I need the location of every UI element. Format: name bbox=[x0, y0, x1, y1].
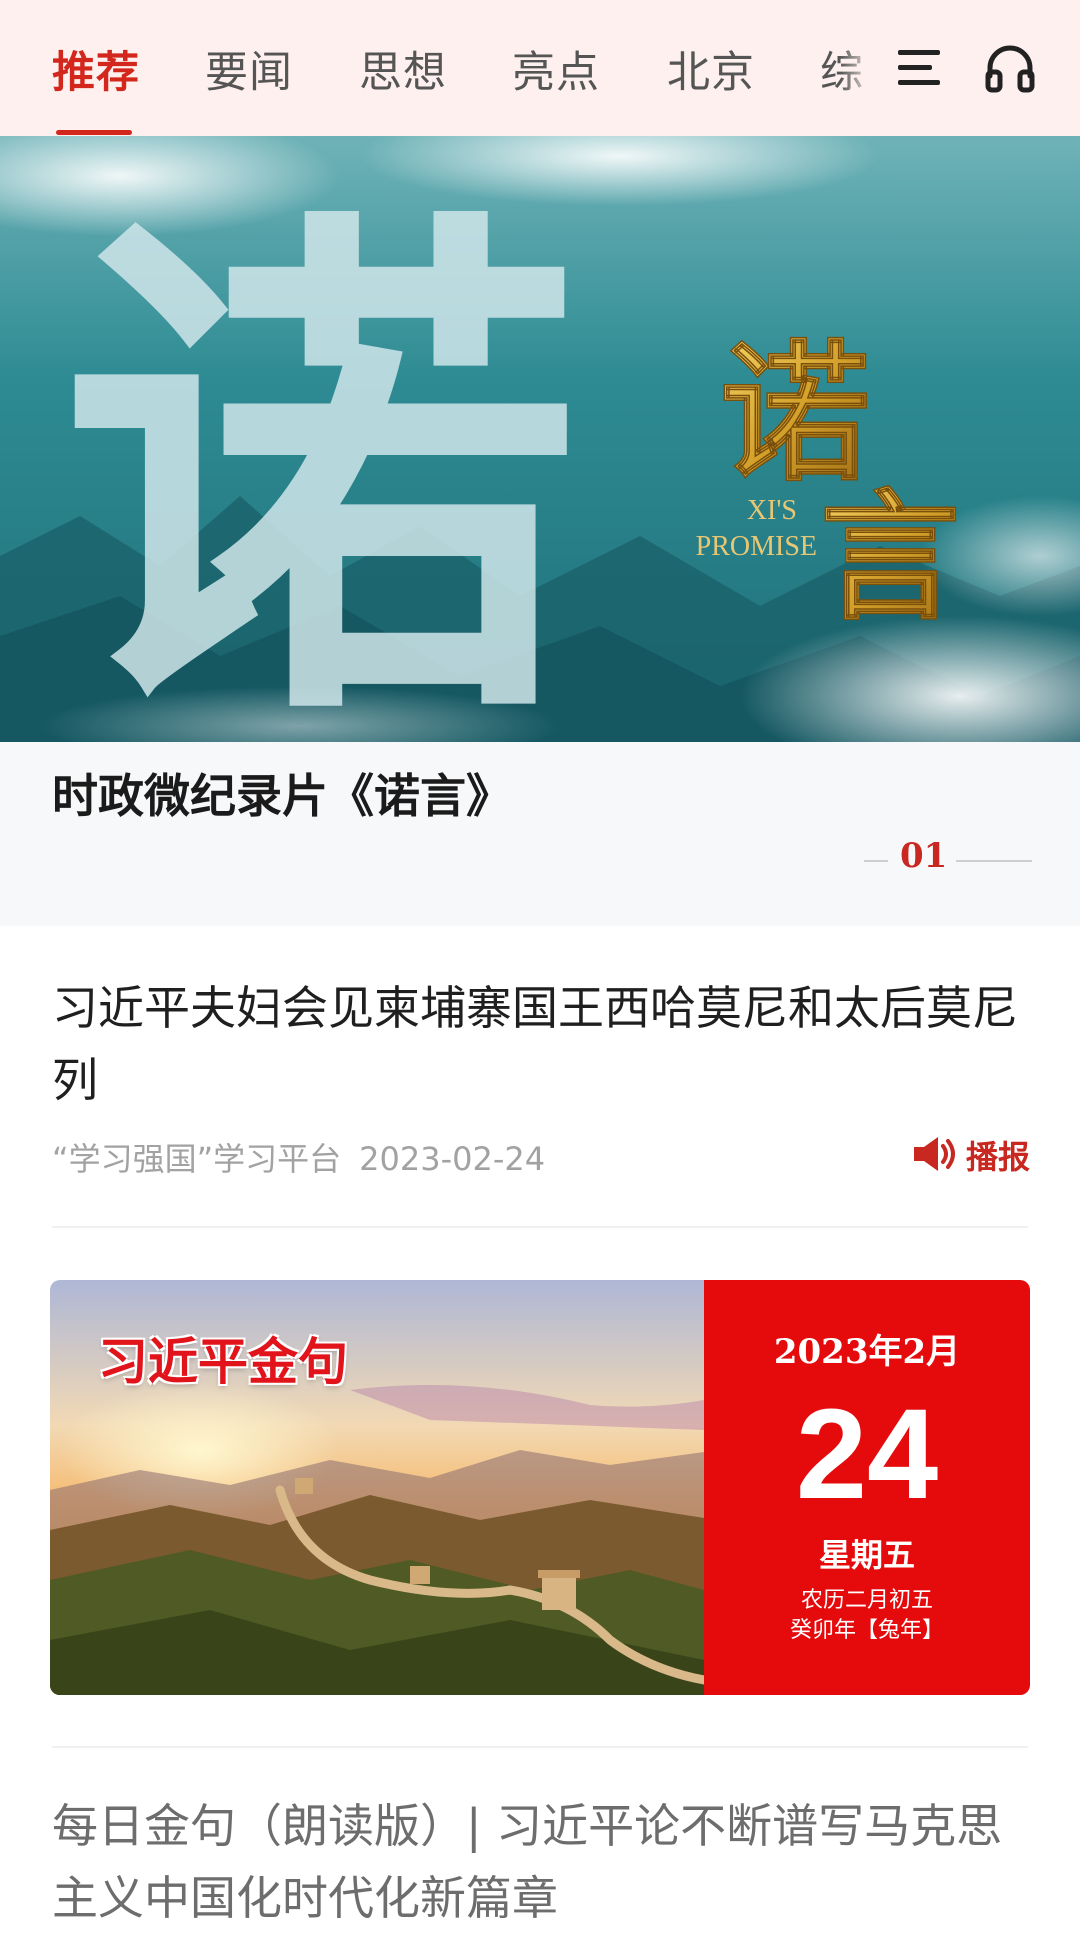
hero-title[interactable]: 时政微纪录片《诺言》 bbox=[52, 760, 512, 826]
daily-quote-card[interactable]: 习近平金句 2023年2月 24 星期五 农历二月初五 癸卯年【兔年】 bbox=[50, 1280, 1030, 1695]
article-meta: “学习强国”学习平台 2023-02-24 bbox=[52, 1134, 545, 1180]
lunar-year: 癸卯年【兔年】 bbox=[789, 1618, 944, 1643]
article-date: 2023-02-24 bbox=[359, 1140, 546, 1178]
carousel-pager: 01 bbox=[864, 836, 1032, 886]
lunar-date: 农历二月初五 bbox=[800, 1588, 933, 1613]
divider bbox=[52, 1746, 1028, 1748]
article-source: “学习强国”学习平台 bbox=[52, 1140, 342, 1178]
tab-beijing[interactable]: 北京 bbox=[667, 38, 755, 100]
tab-highlights[interactable]: 亮点 bbox=[512, 38, 600, 100]
broadcast-label: 播报 bbox=[966, 1138, 1031, 1176]
hero-subtitle-2: PROMISE bbox=[696, 531, 817, 562]
pager-line-left bbox=[864, 860, 888, 862]
hero-big-calligraphy: 诺 bbox=[60, 168, 580, 742]
article-title[interactable]: 每日金句（朗读版）| 习近平论不断谱写马克思主义中国化时代化新篇章 bbox=[52, 1790, 1028, 1934]
divider bbox=[52, 1226, 1028, 1228]
pager-number: 01 bbox=[900, 836, 948, 876]
channel-tab-bar: 推荐 要闻 思想 亮点 北京 综 bbox=[0, 0, 1080, 136]
channel-tabs: 推荐 要闻 思想 亮点 北京 综 bbox=[0, 0, 880, 136]
active-tab-indicator bbox=[56, 130, 132, 135]
tab-news[interactable]: 要闻 bbox=[205, 38, 293, 100]
headphones-icon[interactable] bbox=[984, 42, 1036, 94]
article-title[interactable]: 习近平夫妇会见柬埔寨国王西哈莫尼和太后莫尼列 bbox=[52, 972, 1028, 1116]
date-weekday: 星期五 bbox=[818, 1536, 915, 1574]
tabs-fade bbox=[840, 0, 890, 136]
speaker-icon bbox=[914, 1137, 955, 1171]
tab-recommend[interactable]: 推荐 bbox=[52, 38, 140, 100]
menu-icon[interactable] bbox=[896, 44, 944, 92]
date-lunar: 农历二月初五 癸卯年【兔年】 bbox=[704, 1586, 1030, 1646]
broadcast-button[interactable]: 播报 bbox=[912, 1130, 1032, 1176]
pager-line-right bbox=[956, 860, 1032, 862]
quote-heading: 习近平金句 bbox=[98, 1332, 348, 1391]
date-day: 24 bbox=[795, 1383, 939, 1526]
hero-banner[interactable]: 诺 诺 言 XI'S PROMISE bbox=[0, 136, 1080, 742]
hero-subtitle-1: XI'S bbox=[747, 495, 797, 526]
tab-thought[interactable]: 思想 bbox=[359, 38, 447, 100]
hero-gold-title-2: 言 bbox=[820, 476, 960, 640]
date-panel: 2023年2月 24 星期五 农历二月初五 癸卯年【兔年】 bbox=[704, 1280, 1030, 1695]
date-year-month: 2023年2月 bbox=[773, 1332, 961, 1372]
